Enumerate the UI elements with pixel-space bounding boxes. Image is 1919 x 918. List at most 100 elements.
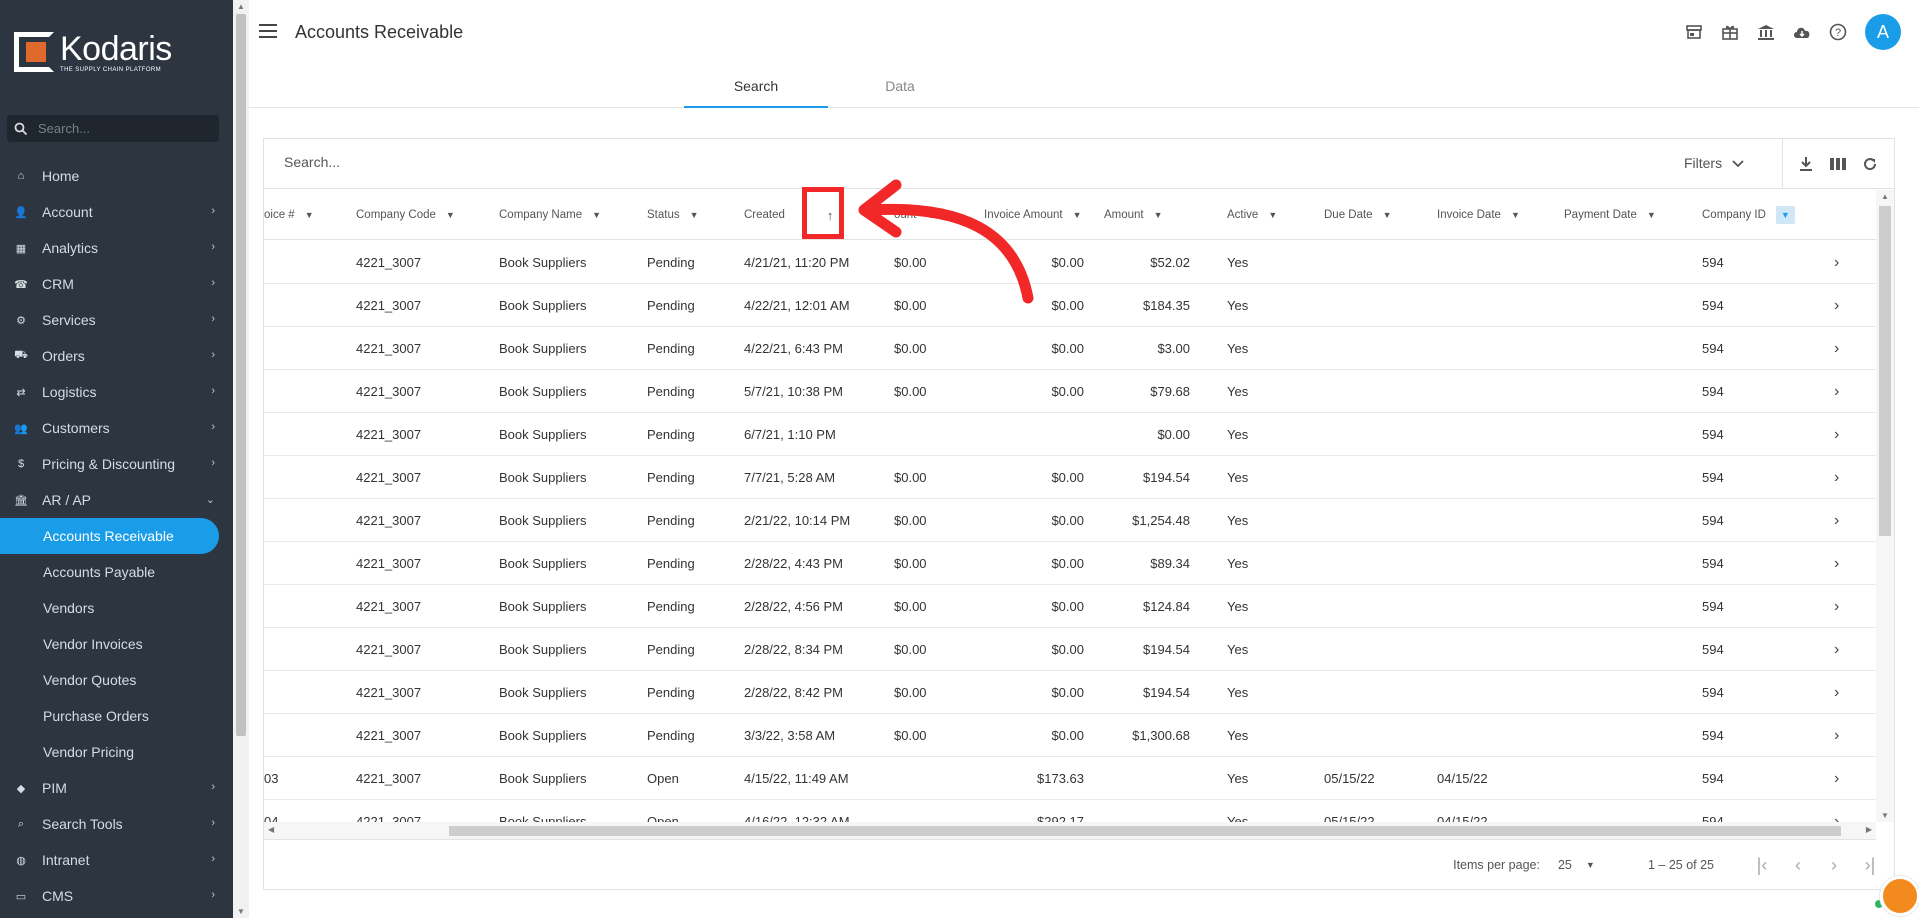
table-row[interactable]: 4221_3007 Book Suppliers Pending 2/28/22, 8… xyxy=(264,671,1876,714)
column-menu-arrow-icon[interactable]: ▼ xyxy=(1511,210,1520,220)
sidebar-subitem-vendor-invoices[interactable]: Vendor Invoices xyxy=(0,626,233,662)
column-menu-arrow-icon[interactable]: ▼ xyxy=(690,210,699,220)
column-menu-arrow-icon[interactable]: ▼ xyxy=(1383,210,1392,220)
table-hscroll-thumb[interactable] xyxy=(449,826,1841,836)
refresh-icon[interactable] xyxy=(1862,156,1878,172)
table-row[interactable]: 4221_3007 Book Suppliers Pending 7/7/21, 5:… xyxy=(264,456,1876,499)
row-open-chevron-icon[interactable]: › xyxy=(1834,327,1839,370)
row-open-chevron-icon[interactable]: › xyxy=(1834,370,1839,413)
table-vertical-scrollbar[interactable]: ▲ ▼ xyxy=(1876,190,1894,822)
column-header[interactable]: Payment Date ▼ xyxy=(1564,190,1656,240)
sidebar-subitem-vendors[interactable]: Vendors xyxy=(0,590,233,626)
tab-search[interactable]: Search xyxy=(684,70,828,108)
menu-icon[interactable] xyxy=(259,24,277,38)
column-header[interactable]: Company ID ▼ xyxy=(1702,190,1795,240)
sidebar-item-intranet[interactable]: ◍ Intranet › xyxy=(0,842,233,878)
column-header[interactable]: Amount ▼ xyxy=(1104,190,1163,240)
table-row[interactable]: 04 4221_3007 Book Suppliers Open 4/16/22, 12… xyxy=(264,800,1876,823)
cloud-download-icon[interactable] xyxy=(1791,21,1813,43)
column-menu-arrow-icon[interactable]: ▼ xyxy=(1647,210,1656,220)
scroll-down-arrow-icon[interactable]: ▼ xyxy=(1881,811,1889,820)
column-header[interactable]: ount ▼ xyxy=(894,190,935,240)
tab-data[interactable]: Data xyxy=(828,70,972,108)
table-vscroll-thumb[interactable] xyxy=(1879,206,1891,536)
download-icon[interactable] xyxy=(1799,156,1813,172)
column-menu-arrow-icon[interactable]: ▼ xyxy=(1775,206,1795,224)
filters-button[interactable]: Filters xyxy=(1684,155,1744,171)
scroll-up-arrow-icon[interactable]: ▲ xyxy=(1881,192,1889,201)
row-open-chevron-icon[interactable]: › xyxy=(1834,757,1839,800)
sidebar-item-cms[interactable]: ▭ CMS › xyxy=(0,878,233,914)
table-row[interactable]: 4221_3007 Book Suppliers Pending 4/22/21, 6… xyxy=(264,327,1876,370)
table-search-input[interactable] xyxy=(284,154,584,170)
sidebar-subitem-purchase-orders[interactable]: Purchase Orders xyxy=(0,698,233,734)
table-row[interactable]: 4221_3007 Book Suppliers Pending 2/28/22, 4… xyxy=(264,585,1876,628)
last-page-icon[interactable]: ›| xyxy=(1852,855,1888,876)
sidebar-item-pricing-discounting[interactable]: $ Pricing & Discounting › xyxy=(0,446,233,482)
store-icon[interactable] xyxy=(1683,21,1705,43)
scroll-left-arrow-icon[interactable]: ◀ xyxy=(268,825,274,834)
row-open-chevron-icon[interactable]: › xyxy=(1834,456,1839,499)
next-page-icon[interactable]: › xyxy=(1816,855,1852,876)
sidebar-subitem-vendor-pricing[interactable]: Vendor Pricing xyxy=(0,734,233,770)
sidebar-item-account[interactable]: 👤 Account › xyxy=(0,194,233,230)
row-open-chevron-icon[interactable]: › xyxy=(1834,241,1839,284)
column-header[interactable]: Company Name ▼ xyxy=(499,190,601,240)
first-page-icon[interactable]: |‹ xyxy=(1744,855,1780,876)
table-row[interactable]: 03 4221_3007 Book Suppliers Open 4/15/22, 11… xyxy=(264,757,1876,800)
sidebar-item-crm[interactable]: ☎ CRM › xyxy=(0,266,233,302)
previous-page-icon[interactable]: ‹ xyxy=(1780,855,1816,876)
bank-icon[interactable] xyxy=(1755,21,1777,43)
scroll-up-arrow-icon[interactable]: ▲ xyxy=(237,2,245,11)
scroll-down-arrow-icon[interactable]: ▼ xyxy=(237,907,245,916)
column-header[interactable]: Status ▼ xyxy=(647,190,699,240)
scroll-right-arrow-icon[interactable]: ▶ xyxy=(1866,825,1872,834)
column-header[interactable]: Invoice Date ▼ xyxy=(1437,190,1520,240)
sidebar-scroll-thumb[interactable] xyxy=(236,14,246,736)
table-row[interactable]: 4221_3007 Book Suppliers Pending 4/22/21, 1… xyxy=(264,284,1876,327)
table-row[interactable]: 4221_3007 Book Suppliers Pending 6/7/21, 1:… xyxy=(264,413,1876,456)
sidebar-item-analytics[interactable]: ▦ Analytics › xyxy=(0,230,233,266)
column-menu-arrow-icon[interactable]: ▼ xyxy=(926,210,935,220)
column-menu-arrow-icon[interactable]: ▼ xyxy=(1073,210,1082,220)
table-row[interactable]: 4221_3007 Book Suppliers Pending 2/28/22, 4… xyxy=(264,542,1876,585)
sidebar-item-search-tools[interactable]: ⌕ Search Tools › xyxy=(0,806,233,842)
column-header[interactable]: Due Date ▼ xyxy=(1324,190,1392,240)
row-open-chevron-icon[interactable]: › xyxy=(1834,628,1839,671)
sidebar-subitem-accounts-receivable[interactable]: Accounts Receivable xyxy=(0,518,219,554)
column-menu-arrow-icon[interactable]: ▼ xyxy=(592,210,601,220)
sidebar-item-pim[interactable]: ◆ PIM › xyxy=(0,770,233,806)
table-row[interactable]: 4221_3007 Book Suppliers Pending 3/3/22, 3:… xyxy=(264,714,1876,757)
table-row[interactable]: 4221_3007 Book Suppliers Pending 2/21/22, 1… xyxy=(264,499,1876,542)
sidebar-item-ar-ap[interactable]: 🏛 AR / AP ⌄ xyxy=(0,482,233,518)
table-row[interactable]: 4221_3007 Book Suppliers Pending 2/28/22, 8… xyxy=(264,628,1876,671)
columns-icon[interactable] xyxy=(1829,157,1846,171)
table-horizontal-scrollbar[interactable]: ◀ ▶ xyxy=(264,822,1876,840)
column-menu-arrow-icon[interactable]: ▼ xyxy=(305,210,314,220)
column-header[interactable]: Active ▼ xyxy=(1227,190,1277,240)
table-row[interactable]: 4221_3007 Book Suppliers Pending 5/7/21, 10… xyxy=(264,370,1876,413)
row-open-chevron-icon[interactable]: › xyxy=(1834,671,1839,714)
sidebar-search-input[interactable] xyxy=(38,121,198,136)
help-icon[interactable]: ? xyxy=(1827,21,1849,43)
row-open-chevron-icon[interactable]: › xyxy=(1834,499,1839,542)
row-open-chevron-icon[interactable]: › xyxy=(1834,542,1839,585)
sidebar-item-logistics[interactable]: ⇄ Logistics › xyxy=(0,374,233,410)
sidebar-item-home[interactable]: ⌂ Home xyxy=(0,158,233,194)
row-open-chevron-icon[interactable]: › xyxy=(1834,413,1839,456)
avatar[interactable]: A xyxy=(1865,14,1901,50)
column-menu-arrow-icon[interactable]: ▼ xyxy=(1268,210,1277,220)
gift-icon[interactable] xyxy=(1719,21,1741,43)
row-open-chevron-icon[interactable]: › xyxy=(1834,800,1839,823)
sidebar-item-services[interactable]: ⚙ Services › xyxy=(0,302,233,338)
page-size-select[interactable]: 25 ▼ xyxy=(1558,858,1610,872)
column-header[interactable]: oice # ▼ xyxy=(264,190,314,240)
chat-widget-icon[interactable] xyxy=(1880,876,1919,916)
row-open-chevron-icon[interactable]: › xyxy=(1834,714,1839,757)
row-open-chevron-icon[interactable]: › xyxy=(1834,585,1839,628)
row-open-chevron-icon[interactable]: › xyxy=(1834,284,1839,327)
sidebar-item-customers[interactable]: 👥 Customers › xyxy=(0,410,233,446)
column-header[interactable]: Invoice Amount ▼ xyxy=(984,190,1082,240)
sidebar-scrollbar[interactable]: ▲ ▼ xyxy=(233,0,249,918)
sidebar-subitem-accounts-payable[interactable]: Accounts Payable xyxy=(0,554,233,590)
